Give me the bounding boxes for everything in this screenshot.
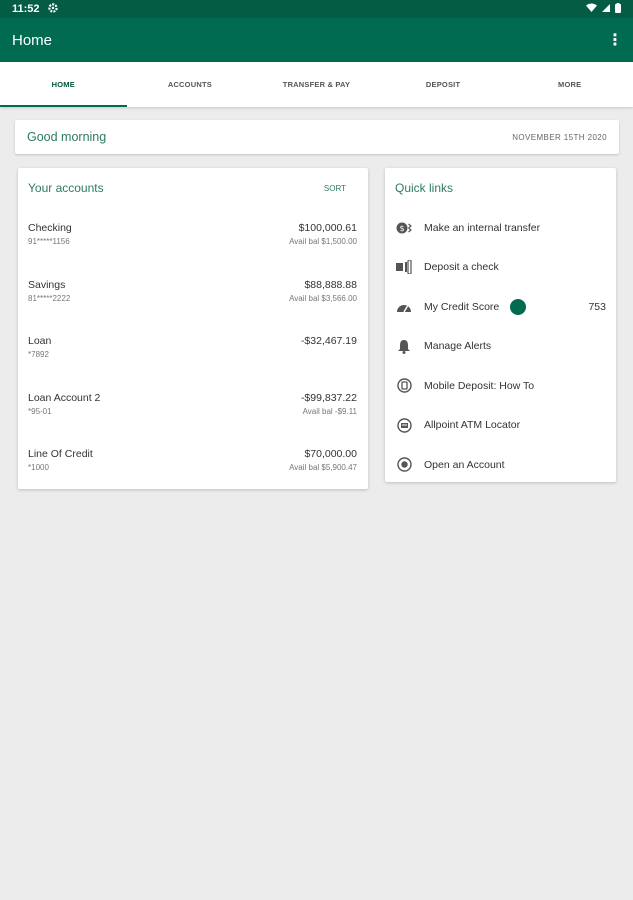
quick-link-credit-score[interactable]: My Credit Score 753 — [385, 287, 616, 327]
tab-deposit[interactable]: DEPOSIT — [380, 62, 507, 107]
account-number: *95-01 — [28, 406, 52, 416]
quick-link-label: Open an Account — [424, 458, 505, 471]
signal-icon — [602, 3, 610, 15]
battery-icon — [615, 2, 621, 16]
account-balance: $70,000.00 — [304, 448, 357, 460]
quick-links-title: Quick links — [395, 181, 454, 195]
quick-link-atm-locator[interactable]: Allpoint ATM Locator — [385, 406, 616, 446]
clock: 11:52 — [12, 3, 40, 15]
settings-icon — [47, 2, 58, 16]
app-bar: Home ⋮ — [0, 18, 633, 62]
overflow-menu-icon[interactable]: ⋮ — [607, 30, 623, 50]
greeting-text: Good morning — [27, 130, 107, 144]
mobile-deposit-icon — [396, 378, 412, 394]
account-name: Savings — [28, 278, 66, 291]
transfer-icon: $ — [396, 220, 412, 236]
quick-link-label: Manage Alerts — [424, 340, 492, 353]
quick-link-label: My Credit Score — [424, 300, 500, 313]
sort-button[interactable]: SORT — [324, 184, 358, 193]
tab-bar: HOME ACCOUNTS TRANSFER & PAY DEPOSIT MOR… — [0, 62, 633, 107]
accounts-card: Your accounts SORT Checking 91*****1156 … — [18, 168, 368, 489]
account-balance: -$99,837.22 — [300, 391, 357, 404]
tab-more[interactable]: MORE — [506, 62, 633, 107]
quick-link-label: Deposit a check — [424, 261, 499, 274]
accounts-title: Your accounts — [28, 181, 104, 195]
account-number: *7892 — [28, 350, 49, 359]
account-available: Avail bal $5,900.47 — [289, 463, 357, 472]
atm-icon — [396, 417, 412, 433]
account-available: Avail bal $3,566.00 — [289, 293, 357, 303]
quick-link-label: Mobile Deposit: How To — [424, 379, 535, 392]
wifi-icon — [586, 3, 597, 15]
quick-links-card: Quick links $ Make an internal transfer … — [385, 168, 616, 482]
gauge-icon — [396, 299, 412, 315]
account-name: Line Of Credit — [28, 448, 93, 460]
check-deposit-icon — [396, 259, 412, 275]
account-number: 91*****1156 — [28, 237, 70, 246]
status-bar: 11:52 — [0, 0, 633, 18]
credit-score-indicator — [510, 298, 527, 315]
credit-score-value: 753 — [588, 300, 606, 313]
greeting-date: NOVEMBER 15TH 2020 — [512, 132, 607, 142]
greeting-card: Good morning NOVEMBER 15TH 2020 — [15, 120, 619, 154]
plus-circle-icon — [396, 457, 412, 473]
account-row-savings[interactable]: Savings 81*****2222 $88,888.88 Avail bal… — [18, 265, 368, 322]
account-row-loan[interactable]: Loan *7892 -$32,467.19 — [18, 321, 368, 378]
quick-link-manage-alerts[interactable]: Manage Alerts — [385, 327, 616, 367]
account-balance: $88,888.88 — [304, 278, 357, 291]
account-number: 81*****2222 — [28, 293, 71, 303]
account-name: Loan Account 2 — [28, 391, 101, 404]
quick-link-label: Make an internal transfer — [424, 221, 541, 234]
page-title: Home — [12, 31, 53, 49]
account-name: Loan — [28, 335, 52, 347]
account-row-checking[interactable]: Checking 91*****1156 $100,000.61 Avail b… — [18, 208, 368, 265]
account-balance: -$32,467.19 — [300, 335, 357, 347]
quick-link-deposit-check[interactable]: Deposit a check — [385, 248, 616, 288]
account-available: Avail bal $1,500.00 — [289, 237, 357, 246]
account-available: Avail bal -$9.11 — [302, 406, 357, 416]
bell-icon — [396, 338, 412, 354]
svg-text:$: $ — [399, 224, 404, 233]
account-balance: $100,000.61 — [298, 222, 357, 234]
tab-transfer-pay[interactable]: TRANSFER & PAY — [253, 62, 380, 107]
quick-link-open-account[interactable]: Open an Account — [385, 445, 616, 485]
quick-link-mobile-deposit-howto[interactable]: Mobile Deposit: How To — [385, 366, 616, 406]
quick-links-header: Quick links — [385, 168, 616, 208]
account-name: Checking — [28, 222, 72, 234]
account-row-line-of-credit[interactable]: Line Of Credit *1000 $70,000.00 Avail ba… — [18, 434, 368, 491]
account-row-loan-account-2[interactable]: Loan Account 2 *95-01 -$99,837.22 Avail … — [18, 378, 368, 435]
account-number: *1000 — [28, 463, 49, 472]
tab-home[interactable]: HOME — [0, 62, 127, 107]
accounts-header: Your accounts SORT — [18, 168, 368, 208]
tab-accounts[interactable]: ACCOUNTS — [127, 62, 254, 107]
quick-link-label: Allpoint ATM Locator — [424, 419, 521, 432]
quick-link-internal-transfer[interactable]: $ Make an internal transfer — [385, 208, 616, 248]
